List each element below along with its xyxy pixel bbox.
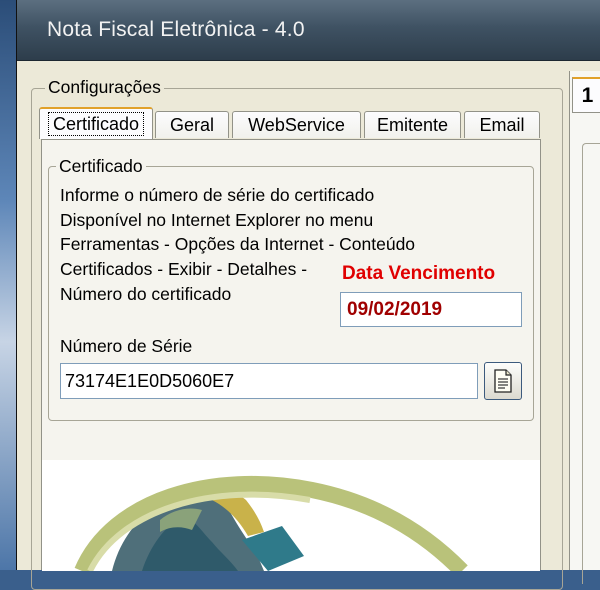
client-area: Configurações Certificado Geral WebServi… (17, 61, 600, 590)
tab-email[interactable]: Email (464, 111, 540, 138)
logo-area (42, 460, 540, 577)
numero-serie-input[interactable]: 73174E1E0D5060E7 (60, 363, 478, 399)
right-panel: 1 (569, 71, 600, 584)
tab-geral[interactable]: Geral (155, 111, 229, 138)
data-vencimento-field[interactable]: 09/02/2019 (340, 292, 522, 327)
configuracoes-legend: Configurações (45, 77, 164, 98)
certificado-legend: Certificado (56, 156, 146, 177)
window-title: Nota Fiscal Eletrônica - 4.0 (47, 18, 305, 41)
nfe-logo-image (74, 476, 468, 577)
tab-panel-certificado: Certificado Informe o número de série do… (41, 139, 541, 577)
info-line: Número do certificado (60, 284, 232, 304)
app-window: Nota Fiscal Eletrônica - 4.0 Configuraçõ… (16, 0, 600, 590)
right-tab[interactable]: 1 (572, 77, 600, 113)
right-group-box (582, 143, 600, 584)
tab-emitente[interactable]: Emitente (364, 111, 461, 138)
numero-serie-label: Número de Série (60, 336, 193, 356)
info-line: Informe o número de série do certificado (60, 185, 375, 205)
title-bar[interactable]: Nota Fiscal Eletrônica - 4.0 (17, 0, 600, 61)
info-line: Certificados - Exibir - Detalhes - (60, 259, 308, 279)
data-vencimento-label: Data Vencimento (342, 263, 496, 284)
info-line: Ferramentas - Opções da Internet - Conte… (60, 234, 416, 254)
desktop-background (0, 0, 16, 570)
certificate-document-icon (494, 369, 512, 393)
tab-webservice[interactable]: WebService (232, 111, 361, 138)
info-line: Disponível no Internet Explorer no menu (60, 210, 374, 230)
tab-certificado[interactable]: Certificado (39, 107, 153, 139)
select-certificate-button[interactable] (484, 362, 522, 400)
